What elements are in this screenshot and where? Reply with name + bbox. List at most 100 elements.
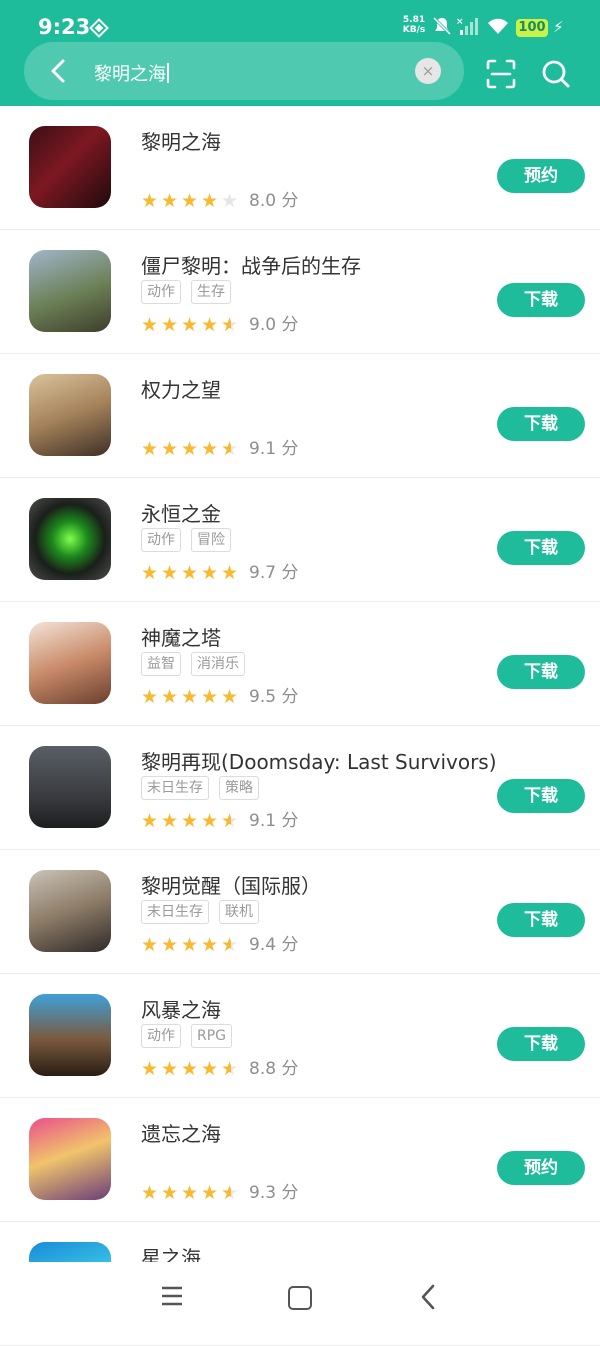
rating-star-icon: ★	[141, 190, 159, 212]
scan-icon[interactable]	[485, 58, 517, 90]
rating-star-icon: ★	[161, 934, 179, 956]
system-navigation-bar	[0, 1262, 600, 1333]
result-row[interactable]: 黎明觉醒（国际服） 末日生存 联机 ★ ★ ★ ★ ★ 9.4 分下载	[0, 850, 600, 974]
search-icon[interactable]	[540, 58, 572, 90]
result-row[interactable]: 永恒之金 动作 冒险 ★ ★ ★ ★ ★ 9.7 分 下载	[0, 478, 600, 602]
rating-star-icon: ★	[181, 438, 199, 460]
result-row[interactable]: 僵尸黎明：战争后的生存 动作 生存 ★ ★ ★ ★ ★ 9.0 分下载	[0, 230, 600, 354]
rating-star-icon: ★	[221, 810, 241, 832]
search-input[interactable]: 黎明之海	[94, 60, 169, 86]
app-name[interactable]: 黎明再现(Doomsday: Last Survivors)	[141, 746, 497, 775]
rating-star-icon: ★	[141, 438, 159, 460]
network-speed-unit: KB/s	[402, 25, 426, 35]
rating-star-icon: ★	[221, 1058, 241, 1080]
result-row[interactable]: 遗忘之海 ★ ★ ★ ★ ★ 9.3 分预约	[0, 1098, 600, 1222]
app-tag: 策略	[219, 776, 259, 800]
app-rating: ★ ★ ★ ★ ★ 9.1 分	[141, 434, 298, 460]
download-button[interactable]: 下载	[497, 407, 585, 441]
pirate-captain-icon[interactable]	[29, 994, 111, 1076]
system-back-icon[interactable]	[416, 1282, 440, 1312]
app-rating: ★ ★ ★ ★ ★ 9.3 分	[141, 1178, 299, 1204]
result-row[interactable]: 风暴之海 动作 RPG ★ ★ ★ ★ ★ 8.8 分下载	[0, 974, 600, 1098]
app-name[interactable]: 永恒之金	[141, 498, 221, 527]
blonde-girl-icon[interactable]	[29, 1118, 111, 1200]
rating-star-icon: ★	[221, 934, 241, 956]
app-name[interactable]: 遗忘之海	[141, 1118, 221, 1147]
search-query-text: 黎明之海	[94, 64, 166, 85]
recent-apps-icon[interactable]	[160, 1285, 184, 1307]
app-tag: 动作	[141, 1024, 181, 1048]
search-bar[interactable]: 黎明之海 ×	[24, 42, 464, 100]
app-tag: 生存	[191, 280, 231, 304]
reserve-button[interactable]: 预约	[497, 159, 585, 193]
app-tag: 冒险	[191, 528, 231, 552]
rating-score: 9.3 分	[249, 1183, 299, 1203]
app-rating: ★ ★ ★ ★ ★ 9.7 分	[141, 558, 299, 584]
result-row[interactable]: 神魔之塔 益智 消消乐 ★ ★ ★ ★ ★ 9.5 分下载	[0, 602, 600, 726]
download-button[interactable]: 下载	[497, 655, 585, 689]
rating-star-icon: ★	[201, 934, 219, 956]
app-tags: 动作 生存	[141, 280, 241, 304]
network-speed: 5.81 KB/s	[398, 15, 430, 35]
rating-star-icon: ★	[141, 1058, 159, 1080]
app-tag: 末日生存	[141, 776, 209, 800]
download-button[interactable]: 下载	[497, 1027, 585, 1061]
app-tags: 末日生存 策略	[141, 776, 269, 800]
back-arrow-icon[interactable]	[42, 54, 76, 88]
charging-icon: ⚡	[553, 18, 564, 36]
rating-star-icon: ★	[221, 190, 239, 212]
app-rating: ★ ★ ★ ★ ★ 9.1 分	[141, 806, 299, 832]
rating-star-icon: ★	[201, 190, 219, 212]
app-name[interactable]: 黎明觉醒（国际服）	[141, 870, 321, 899]
app-name[interactable]: 神魔之塔	[141, 622, 221, 651]
rating-score: 9.5 分	[249, 687, 299, 707]
glowing-e-emblem-icon[interactable]	[29, 498, 111, 580]
app-name[interactable]: 僵尸黎明：战争后的生存	[141, 250, 361, 279]
anime-girl-icon[interactable]	[29, 622, 111, 704]
rating-score: 9.1 分	[249, 811, 299, 831]
status-time: 9:23	[38, 15, 91, 39]
rating-star-icon: ★	[201, 810, 219, 832]
rating-star-icon: ★	[181, 1058, 199, 1080]
rating-star-icon: ★	[161, 190, 179, 212]
rating-score: 9.4 分	[249, 935, 299, 955]
download-button[interactable]: 下载	[497, 779, 585, 813]
app-tag: 末日生存	[141, 900, 209, 924]
rating-star-icon: ★	[221, 1182, 241, 1204]
app-tag: RPG	[191, 1024, 233, 1048]
rating-star-icon: ★	[201, 1058, 219, 1080]
rating-star-icon: ★	[201, 1182, 219, 1204]
download-button[interactable]: 下载	[497, 903, 585, 937]
app-tags: 益智 消消乐	[141, 652, 255, 676]
svg-text:×: ×	[456, 17, 464, 27]
download-button[interactable]: 下载	[497, 283, 585, 317]
reserve-button[interactable]: 预约	[497, 1151, 585, 1185]
wifi-icon	[488, 18, 508, 34]
app-tag: 动作	[141, 280, 181, 304]
app-name[interactable]: 权力之望	[141, 374, 221, 403]
app-rating: ★ ★ ★ ★ ★ 9.4 分	[141, 930, 299, 956]
app-name[interactable]: 黎明之海	[141, 126, 221, 155]
home-icon[interactable]	[288, 1286, 312, 1310]
result-row[interactable]: 黎明再现(Doomsday: Last Survivors) 末日生存 策略 ★ ★ ★ ★…	[0, 726, 600, 850]
app-tags: 动作 冒险	[141, 528, 241, 552]
clear-search-button[interactable]: ×	[415, 58, 441, 84]
result-row[interactable]: 黎明之海 ★ ★ ★ ★ ★ 8.0 分预约	[0, 106, 600, 230]
blonde-warrior-icon[interactable]	[29, 374, 111, 456]
app-tag: 动作	[141, 528, 181, 552]
rating-star-icon: ★	[141, 1182, 159, 1204]
rating-star-icon: ★	[181, 1182, 199, 1204]
app-rating: ★ ★ ★ ★ ★ 9.5 分	[141, 682, 299, 708]
rating-star-icon: ★	[221, 314, 241, 336]
hooded-pirate-icon[interactable]	[29, 126, 111, 208]
cowboy-survivor-icon[interactable]	[29, 870, 111, 952]
download-button[interactable]: 下载	[497, 531, 585, 565]
rating-score: 9.0 分	[249, 315, 299, 335]
gasmask-soldier-icon[interactable]	[29, 250, 111, 332]
doomsday-soldiers-icon[interactable]	[29, 746, 111, 828]
result-row[interactable]: 权力之望 ★ ★ ★ ★ ★ 9.1 分下载	[0, 354, 600, 478]
rating-star-icon: ★	[201, 686, 219, 708]
rating-star-icon: ★	[141, 934, 159, 956]
app-name[interactable]: 风暴之海	[141, 994, 221, 1023]
rating-score: 9.7 分	[249, 563, 299, 583]
